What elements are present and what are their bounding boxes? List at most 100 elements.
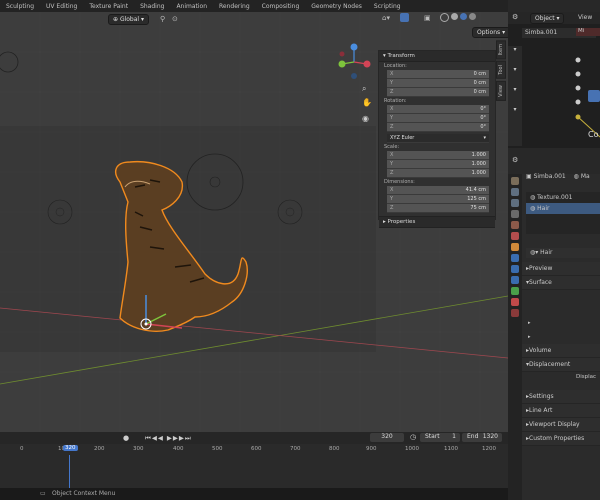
location-x-field[interactable]: X0 cm [387, 70, 489, 79]
solid-shading-icon[interactable] [451, 13, 458, 20]
properties-editor-icon[interactable]: ⚙ [512, 156, 518, 164]
record-icon[interactable]: ● [123, 434, 129, 442]
mouse-icon: ▭ [40, 490, 46, 497]
rotation-z-field[interactable]: Z 0° [387, 123, 489, 132]
chevron-right-icon[interactable]: ▸ [528, 320, 531, 326]
chevron-down-icon[interactable]: ▾ [508, 46, 522, 66]
camera-view-icon[interactable]: ◉ [362, 114, 369, 123]
transform-orientation-dropdown[interactable]: ⊕ Global ▾ [108, 14, 149, 25]
output-tab-icon[interactable] [511, 199, 519, 207]
location-y-field[interactable]: Y0 cm [387, 79, 489, 88]
tab-rendering[interactable]: Rendering [213, 3, 256, 10]
render-tab-icon[interactable] [511, 188, 519, 196]
dimensions-z-field[interactable]: Z 75 cm [387, 204, 489, 213]
material-icon: ◍▾ [530, 249, 541, 256]
custom-properties-panel-header[interactable]: ▸ Custom Properties [522, 432, 600, 446]
world-tab-icon[interactable] [511, 232, 519, 240]
tab-texture-paint[interactable]: Texture Paint [83, 3, 134, 10]
physics-tab-icon[interactable] [511, 276, 519, 284]
tab-tool[interactable]: Tool [496, 61, 506, 80]
options-dropdown[interactable]: Options ▾ [472, 27, 508, 38]
3d-viewport[interactable]: ⊕ Global ▾ ⚲ ⊙ ⌂▾ ▣ Options ▾ ⌕ ✋ ◉ Item… [0, 12, 508, 432]
dimensions-y-field[interactable]: Y 125 cm [387, 195, 489, 204]
editor-type-icon[interactable]: ⚙ [512, 13, 518, 21]
dimensions-x-field[interactable]: X 41.4 cm [387, 186, 489, 195]
navigation-gizmo[interactable] [334, 42, 374, 82]
view-menu[interactable]: View [578, 14, 592, 21]
tab-item[interactable]: Item [496, 40, 506, 60]
rotation-mode-dropdown[interactable]: XYZ Euler ▾ [387, 134, 489, 143]
preview-panel-header[interactable]: ▸ Preview [522, 262, 600, 276]
tab-uv-editing[interactable]: UV Editing [40, 3, 83, 10]
end-frame-field[interactable]: End 1320 [462, 433, 502, 442]
transform-header[interactable]: ▾ Transform [379, 51, 495, 62]
properties-header[interactable]: ▸ Properties [379, 216, 495, 228]
tab-compositing[interactable]: Compositing [256, 3, 306, 10]
tab-scripting[interactable]: Scripting [368, 3, 407, 10]
scale-z-field[interactable]: Z 1.000 [387, 169, 489, 178]
material-selector[interactable]: ◍▾ Hair [526, 248, 600, 258]
line-art-panel-header[interactable]: ▸ Line Art [522, 404, 600, 418]
chevron-down-icon[interactable]: ▾ [508, 66, 522, 86]
material-preview-icon[interactable] [460, 13, 467, 20]
playback-controls: ● ⏮◀◀ ▶▶▶⏭ 320 ◷ Start 1 End 1320 [0, 432, 508, 444]
tab-sculpting[interactable]: Sculpting [0, 3, 40, 10]
pan-hand-icon[interactable]: ✋ [362, 98, 372, 107]
settings-panel-header[interactable]: ▸ Settings [522, 390, 600, 404]
tool-tab-icon[interactable] [511, 177, 519, 185]
rotation-x-field[interactable]: X 0° [387, 105, 489, 114]
zoom-icon[interactable]: ⌕ [362, 84, 366, 94]
properties-search: ⚙ [508, 152, 600, 174]
chevron-right-icon[interactable]: ▸ [528, 334, 531, 340]
list-item-active[interactable]: ◍ Hair [526, 203, 600, 214]
displacement-panel-header[interactable]: ▾ Displacement [522, 358, 600, 372]
location-z-field[interactable]: Z0 cm [387, 88, 489, 97]
chevron-down-icon[interactable]: ▾ [508, 106, 522, 126]
object-breadcrumb: ▣ Simba.001 ◍ Ma [526, 173, 590, 180]
node-editor-header: ⚙ Object ▾ View [508, 12, 600, 24]
chevron-down-icon: ▾ [483, 135, 486, 141]
current-frame-field[interactable]: 320 [370, 433, 404, 442]
material-slot-list[interactable]: ◍ Texture.001 ◍ Hair [526, 192, 600, 234]
proportional-editing-icon[interactable]: ⊙ [172, 15, 178, 23]
material-node-header[interactable]: Mi [576, 28, 600, 36]
volume-panel-header[interactable]: ▸ Volume [522, 344, 600, 358]
xray-icon[interactable]: ▣ [424, 14, 431, 22]
ruler-tick: 1000 [405, 446, 419, 452]
rendered-shading-icon[interactable] [469, 13, 476, 20]
scale-x-field[interactable]: X 1.000 [387, 151, 489, 160]
material-tab-icon[interactable] [511, 298, 519, 306]
modifier-tab-icon[interactable] [511, 254, 519, 262]
object-tab-icon[interactable] [511, 243, 519, 251]
surface-panel-header[interactable]: ▾ Surface [522, 276, 600, 290]
scene-tab-icon[interactable] [511, 221, 519, 229]
object-icon: ▣ [526, 173, 534, 180]
rotation-label: Rotation: [384, 98, 407, 104]
tab-animation[interactable]: Animation [170, 3, 213, 10]
chevron-down-icon[interactable]: ▾ [508, 86, 522, 106]
gizmo-toggle-icon[interactable] [400, 13, 409, 22]
object-mode-dropdown[interactable]: Object ▾ [530, 13, 565, 24]
list-item[interactable]: ◍ Texture.001 [526, 192, 600, 203]
tab-view[interactable]: View [496, 81, 506, 101]
viewport-display-panel-header[interactable]: ▸ Viewport Display [522, 418, 600, 432]
particles-tab-icon[interactable] [511, 265, 519, 273]
ruler-tick: 1100 [444, 446, 458, 452]
playhead-label[interactable]: 320 [63, 445, 78, 451]
start-frame-field[interactable]: Start 1 [420, 433, 460, 442]
rotation-y-field[interactable]: Y 0° [387, 114, 489, 123]
tab-shading[interactable]: Shading [134, 3, 170, 10]
displacement-method-label: Displac [576, 374, 597, 380]
scale-y-field[interactable]: Y 1.000 [387, 160, 489, 169]
wireframe-shading-icon[interactable] [440, 13, 449, 22]
playback-buttons[interactable]: ⏮◀◀ ▶▶▶⏭ [145, 434, 192, 443]
chevron-down-icon: ▾ [500, 29, 506, 36]
snap-icon[interactable]: ⚲ [160, 15, 165, 23]
tab-geometry-nodes[interactable]: Geometry Nodes [305, 3, 368, 10]
texture-tab-icon[interactable] [511, 309, 519, 317]
data-tab-icon[interactable] [511, 287, 519, 295]
view-layer-tab-icon[interactable] [511, 210, 519, 218]
node-editor[interactable]: Simba.001 Mi ▾ ▾ ▾ ▾ Co [508, 24, 600, 148]
timeline[interactable]: ● ⏮◀◀ ▶▶▶⏭ 320 ◷ Start 1 End 1320 0 200 30… [0, 432, 508, 488]
visibility-icon[interactable]: ⌂▾ [382, 14, 390, 22]
